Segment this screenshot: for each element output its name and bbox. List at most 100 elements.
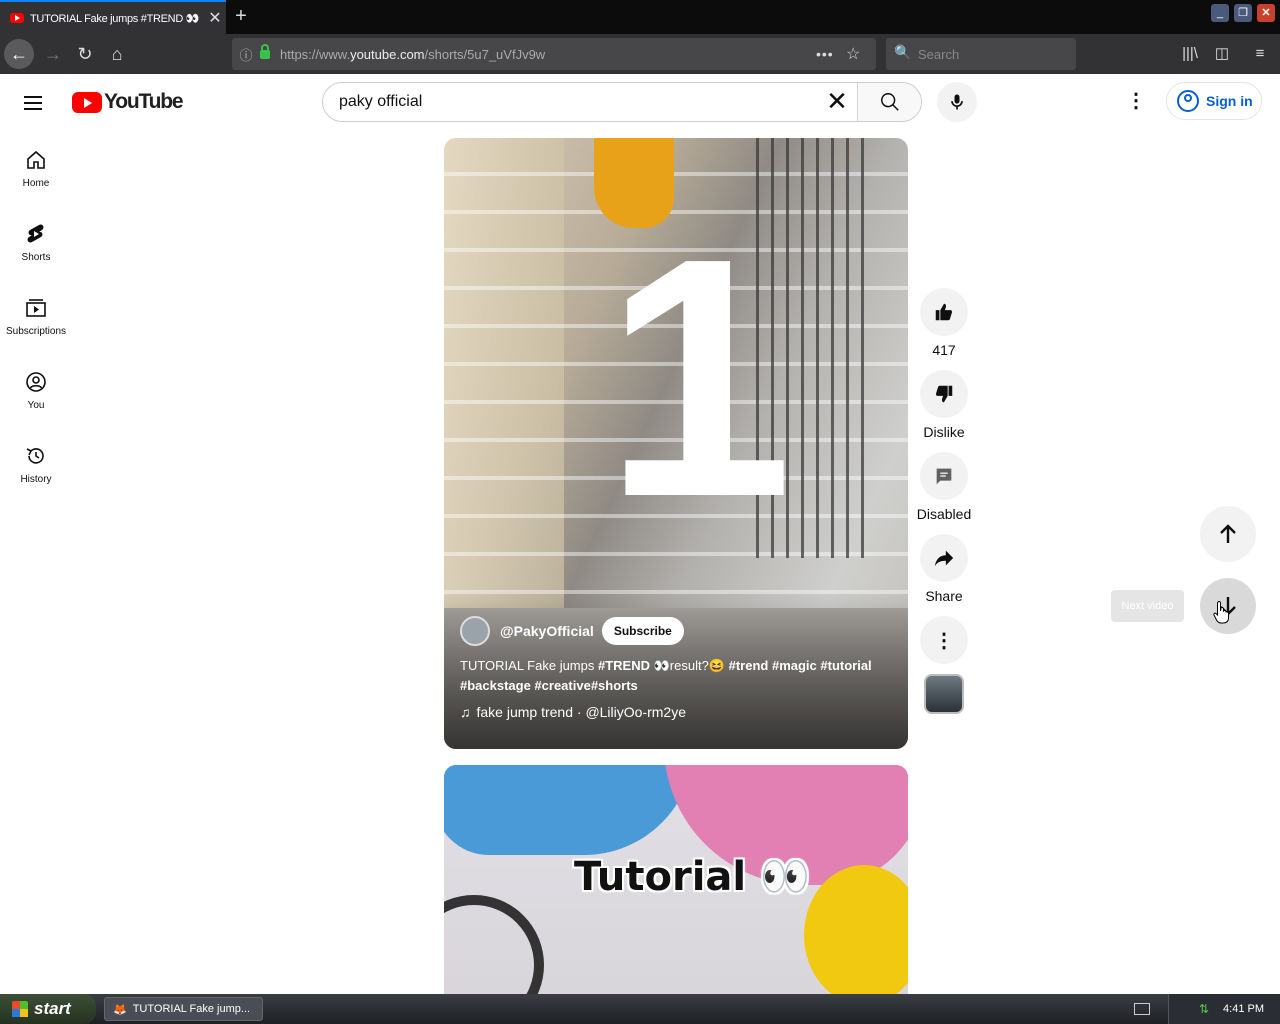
dislike-action: Dislike	[916, 370, 972, 444]
short-actions: 417 Dislike Disabled Share ⋮	[916, 288, 972, 714]
previous-video-button[interactable]	[1200, 506, 1256, 562]
home-icon	[27, 150, 45, 169]
next-short-preview[interactable]: Tutorial 👀	[444, 765, 908, 994]
guide-item-you[interactable]: You	[0, 352, 72, 426]
subscribe-button[interactable]: Subscribe	[601, 617, 684, 645]
more-options-button[interactable]: ⋮	[920, 616, 968, 664]
lock-icon	[260, 43, 270, 59]
os-taskbar: start 🦊 TUTORIAL Fake jump... ⇅ 4:41 PM	[0, 994, 1280, 1024]
sound-thumbnail[interactable]	[924, 674, 964, 714]
browser-tab-bar: TUTORIAL Fake jumps #TREND 👀 ✕ + _ ❐ ✕	[0, 0, 1280, 34]
guide-label-shorts: Shorts	[21, 252, 51, 263]
account-icon	[1177, 90, 1199, 112]
arrow-up-icon	[1220, 524, 1236, 543]
short-video-player[interactable]: 1 @PakyOfficial Subscribe TUTORIAL Fake …	[444, 138, 908, 749]
clock: 4:41 PM	[1223, 1003, 1264, 1015]
tab-title: TUTORIAL Fake jumps #TREND 👀	[30, 12, 200, 25]
start-button[interactable]: start	[0, 994, 96, 1024]
taskbar-window-label: TUTORIAL Fake jump...	[132, 1003, 251, 1015]
share-label: Share	[925, 588, 963, 604]
comments-action: Disabled	[916, 452, 972, 526]
comment-icon	[936, 468, 952, 485]
sign-in-button[interactable]: Sign in	[1166, 82, 1262, 120]
youtube-logo[interactable]: YouTube	[72, 90, 184, 114]
settings-kebab-icon[interactable]: ⋮	[1124, 90, 1148, 114]
more-action: ⋮	[916, 616, 972, 664]
browser-search-bar[interactable]: 🔍 Search	[886, 38, 1076, 70]
page-actions-icon[interactable]: •••	[816, 46, 846, 62]
reload-button[interactable]: ↻	[70, 39, 100, 69]
music-note-icon: ♫	[460, 704, 471, 720]
system-tray: ⇅ 4:41 PM	[1168, 994, 1280, 1024]
video-overlay-number: 1	[604, 188, 794, 568]
address-bar[interactable]: ⓘ https://www.youtube.com/shorts/5u7_uVf…	[232, 38, 876, 70]
network-icon[interactable]: ⇅	[1199, 1002, 1209, 1016]
windows-logo-icon	[12, 1001, 28, 1017]
search-icon	[880, 93, 899, 111]
youtube-logo-text: YouTube	[104, 90, 184, 113]
channel-bar: @PakyOfficial Subscribe	[460, 616, 684, 646]
sign-in-label: Sign in	[1206, 93, 1253, 109]
hand-cursor-icon	[1213, 600, 1229, 624]
mini-guide: Home Shorts Subscriptions You History	[0, 130, 72, 500]
music-info[interactable]: ♫ fake jump trend · @LiliyOo-rm2ye	[460, 704, 686, 720]
next-frame-blue-blob	[444, 765, 694, 855]
channel-name[interactable]: @PakyOfficial	[500, 623, 594, 639]
url-text[interactable]: https://www.youtube.com/shorts/5u7_uVfJv…	[280, 47, 816, 62]
search-button[interactable]	[857, 83, 921, 121]
library-icon[interactable]: |||\	[1178, 42, 1202, 66]
taskbar-firefox-window[interactable]: 🦊 TUTORIAL Fake jump...	[104, 997, 263, 1021]
shorts-icon	[27, 224, 44, 243]
share-icon	[934, 550, 954, 567]
share-action: Share	[916, 534, 972, 608]
more-vert-icon: ⋮	[934, 629, 954, 652]
bookmark-star-icon[interactable]: ☆	[846, 44, 876, 64]
guide-label-subscriptions: Subscriptions	[5, 326, 67, 337]
new-tab-button[interactable]: +	[228, 4, 254, 30]
like-button[interactable]	[920, 288, 968, 336]
guide-item-history[interactable]: History	[0, 426, 72, 500]
search-engine-icon: 🔍	[894, 44, 912, 60]
browser-navbar: ← → ↻ ⌂ ⓘ https://www.youtube.com/shorts…	[0, 34, 1280, 74]
home-button[interactable]: ⌂	[102, 39, 132, 69]
voice-search-button[interactable]	[937, 82, 977, 122]
guide-label-history: History	[20, 474, 52, 485]
keyboard-icon[interactable]	[1134, 1003, 1150, 1015]
clear-search-icon[interactable]: ✕	[817, 83, 857, 121]
forward-button[interactable]: →	[38, 39, 68, 69]
guide-menu-icon[interactable]	[24, 92, 48, 112]
menu-icon[interactable]: ≡	[1248, 42, 1272, 66]
guide-item-shorts[interactable]: Shorts	[0, 204, 72, 278]
minimize-window-button[interactable]: _	[1211, 4, 1229, 22]
guide-label-you: You	[27, 400, 45, 411]
youtube-favicon-icon	[10, 13, 24, 23]
guide-item-subscriptions[interactable]: Subscriptions	[0, 278, 72, 352]
history-icon	[26, 448, 44, 464]
info-icon[interactable]: ⓘ	[232, 45, 260, 64]
dislike-button[interactable]	[920, 370, 968, 418]
comments-button[interactable]	[920, 452, 968, 500]
sidebar-icon[interactable]: ◫	[1210, 42, 1234, 66]
like-action: 417	[916, 288, 972, 362]
close-window-button[interactable]: ✕	[1257, 4, 1275, 22]
channel-avatar[interactable]	[460, 616, 490, 646]
maximize-window-button[interactable]: ❐	[1234, 4, 1252, 22]
music-label: fake jump trend · @LiliyOo-rm2ye	[476, 704, 687, 720]
browser-tab[interactable]: TUTORIAL Fake jumps #TREND 👀 ✕	[0, 0, 226, 34]
comments-label: Disabled	[916, 506, 972, 522]
back-button[interactable]: ←	[4, 39, 34, 69]
share-button[interactable]	[920, 534, 968, 582]
next-frame-ring	[444, 895, 544, 994]
next-video-tooltip: Next video	[1111, 590, 1184, 622]
youtube-play-icon	[72, 91, 102, 113]
thumbs-up-icon	[935, 303, 953, 321]
guide-item-home[interactable]: Home	[0, 130, 72, 204]
thumbs-down-icon	[935, 385, 953, 403]
short-description[interactable]: TUTORIAL Fake jumps #TREND 👀result?😆 #tr…	[460, 656, 890, 696]
like-count: 417	[932, 342, 956, 358]
youtube-search-input[interactable]	[323, 83, 817, 121]
microphone-icon	[951, 94, 963, 110]
guide-label-home: Home	[22, 178, 50, 189]
close-tab-icon[interactable]: ✕	[204, 8, 226, 28]
you-icon	[26, 372, 46, 392]
